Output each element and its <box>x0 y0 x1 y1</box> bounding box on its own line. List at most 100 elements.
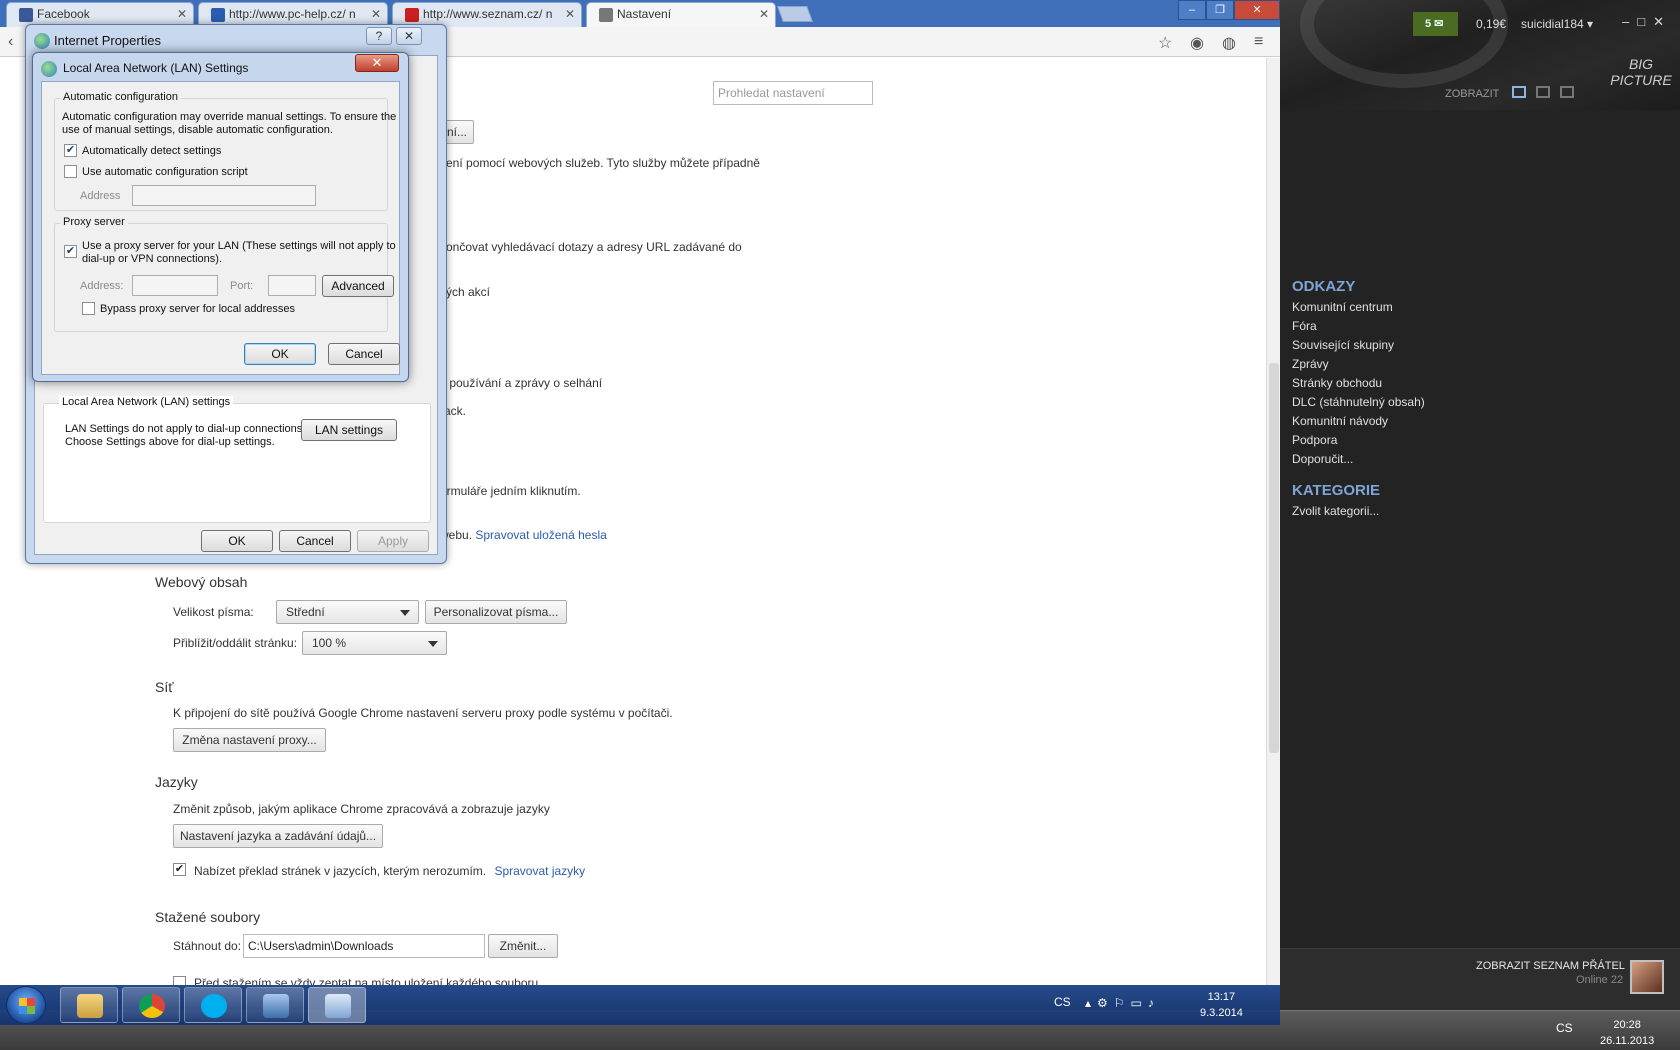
web-content-heading: Webový obsah <box>155 574 248 590</box>
steam-link[interactable]: Stránky obchodu <box>1292 376 1382 390</box>
partial-text: y používání a zprávy o selhání <box>440 376 603 390</box>
chrome-window-controls[interactable]: – ❐ ✕ <box>1178 0 1280 20</box>
change-download-folder-button[interactable]: Změnit... <box>488 934 558 958</box>
zoom-select[interactable]: 100 % <box>302 631 447 655</box>
scroll-thumb[interactable] <box>1269 363 1279 753</box>
tab-settings[interactable]: Nastavení ✕ <box>586 2 776 27</box>
taskbar-explorer[interactable] <box>60 987 118 1023</box>
language-indicator[interactable]: CS <box>1054 995 1071 1009</box>
taskbar-skype[interactable] <box>184 987 242 1023</box>
script-address-field[interactable] <box>132 185 316 206</box>
choose-category-link[interactable]: Zvolit kategorii... <box>1292 504 1379 518</box>
close-icon[interactable]: ✕ <box>759 7 769 21</box>
ok-button[interactable]: OK <box>244 343 316 365</box>
clock-2[interactable]: 20:28 26.11.2013 <box>1600 1017 1654 1049</box>
view-mode-toggles[interactable] <box>1512 86 1574 98</box>
links-title: ODKAZY <box>1292 278 1356 295</box>
list-view-icon[interactable] <box>1536 86 1550 98</box>
messages-badge[interactable]: 5 ✉ <box>1413 12 1458 36</box>
use-proxy-checkbox[interactable]: ✔ <box>64 245 77 258</box>
close-window-icon[interactable]: ✕ <box>1234 0 1280 20</box>
avatar[interactable] <box>1630 960 1664 994</box>
detail-view-icon[interactable] <box>1512 86 1526 98</box>
friends-list-label[interactable]: ZOBRAZIT SEZNAM PŘÁTEL <box>1476 960 1625 972</box>
steam-header: 5 ✉ 0,19€ suicidial184 ▾ –□✕ BIG PICTURE… <box>1280 0 1680 110</box>
lan-settings-button[interactable]: LAN settings <box>301 419 397 441</box>
change-proxy-button[interactable]: Změna nastavení proxy... <box>173 728 326 752</box>
auto-desc-1: Automatic configuration may override man… <box>62 111 397 123</box>
bypass-local-checkbox[interactable] <box>82 302 95 315</box>
steam-link[interactable]: Komunitní centrum <box>1292 300 1393 314</box>
big-picture-button[interactable]: BIG PICTURE <box>1608 56 1674 88</box>
steam-link[interactable]: Doporučit... <box>1292 452 1353 466</box>
close-icon[interactable]: ✕ <box>565 7 575 21</box>
taskbar-chrome[interactable] <box>122 987 180 1023</box>
clock-time: 13:17 <box>1207 991 1236 1003</box>
extension-icon-2[interactable]: ◍ <box>1222 33 1236 53</box>
ask-download-checkbox[interactable] <box>173 976 186 985</box>
use-proxy-label-1: Use a proxy server for your LAN (These s… <box>82 240 396 252</box>
folder-icon <box>77 994 103 1018</box>
steam-window-controls[interactable]: –□✕ <box>1622 14 1672 30</box>
close-icon[interactable]: ✕ <box>177 7 187 21</box>
close-button[interactable]: ✕ <box>355 54 399 72</box>
help-button[interactable]: ? <box>366 27 392 45</box>
close-icon[interactable]: ✕ <box>371 7 381 21</box>
customize-fonts-button[interactable]: Personalizovat písma... <box>425 600 567 624</box>
translate-checkbox[interactable]: ✔ <box>173 863 186 876</box>
menu-icon[interactable]: ≡ <box>1254 33 1263 51</box>
cancel-button[interactable]: Cancel <box>328 343 400 365</box>
new-tab-button[interactable] <box>777 6 813 22</box>
steam-link[interactable]: DLC (stáhnutelný obsah) <box>1292 395 1425 409</box>
tab-title: Nastavení <box>617 7 672 21</box>
cancel-button[interactable]: Cancel <box>279 530 351 552</box>
globe-icon <box>34 33 50 49</box>
network-globe-icon <box>41 61 57 77</box>
search-settings-input[interactable]: Prohledat nastavení <box>713 81 873 105</box>
use-script-label: Use automatic configuration script <box>82 166 248 178</box>
tray-icons[interactable]: ▴⚙⚐▭♪ <box>1085 996 1160 1010</box>
start-button[interactable] <box>6 986 46 1024</box>
skype-icon <box>201 994 227 1018</box>
language-settings-button[interactable]: Nastavení jazyka a zadávání údajů... <box>173 824 383 848</box>
minimize-icon[interactable]: – <box>1178 0 1206 20</box>
lan-settings-dialog: Local Area Network (LAN) Settings ✕ Auto… <box>32 52 409 382</box>
steam-main-panel: ODKAZY Komunitní centrum Fóra Souvisejíc… <box>1280 110 1680 948</box>
tab-title: Facebook <box>37 7 90 21</box>
auto-desc-2: use of manual settings, disable automati… <box>62 124 333 136</box>
use-script-checkbox[interactable] <box>64 165 77 178</box>
proxy-address-field[interactable] <box>132 275 218 296</box>
back-icon[interactable]: ‹ <box>8 33 13 51</box>
extension-icon[interactable]: ◉ <box>1190 33 1204 53</box>
language-indicator-2[interactable]: CS <box>1556 1021 1573 1035</box>
dialog-title: Internet Properties <box>54 33 161 48</box>
zoom-label: Přiblížit/oddálit stránku: <box>173 636 298 650</box>
vertical-scrollbar[interactable] <box>1266 58 1280 985</box>
taskbar-network[interactable] <box>246 987 304 1023</box>
taskbar-internet-options[interactable] <box>308 987 366 1023</box>
download-path-field[interactable]: C:\Users\admin\Downloads <box>243 934 485 958</box>
username: suicidial184 <box>1521 17 1584 31</box>
bookmark-star-icon[interactable]: ☆ <box>1158 33 1172 53</box>
font-size-select[interactable]: Střední <box>276 600 419 624</box>
apply-button[interactable]: Apply <box>357 530 429 552</box>
steam-link[interactable]: Komunitní návody <box>1292 414 1388 428</box>
advanced-button[interactable]: Advanced <box>322 275 394 297</box>
steam-link[interactable]: Fóra <box>1292 319 1317 333</box>
steam-link[interactable]: Zprávy <box>1292 357 1329 371</box>
grid-view-icon[interactable] <box>1560 86 1574 98</box>
manage-passwords-link[interactable]: Spravovat uložená hesla <box>475 528 606 542</box>
close-button[interactable]: ✕ <box>396 27 422 45</box>
clock[interactable]: 13:17 9.3.2014 <box>1200 989 1243 1021</box>
friends-list-bar[interactable]: ZOBRAZIT SEZNAM PŘÁTEL Online 22 <box>1280 948 1680 1010</box>
steam-link[interactable]: Související skupiny <box>1292 338 1394 352</box>
manage-languages-link[interactable]: Spravovat jazyky <box>494 864 585 878</box>
languages-desc: Změnit způsob, jakým aplikace Chrome zpr… <box>173 802 550 816</box>
auto-detect-checkbox[interactable]: ✔ <box>64 144 77 157</box>
port-field[interactable] <box>268 275 316 296</box>
ok-button[interactable]: OK <box>201 530 273 552</box>
restore-icon[interactable]: ❐ <box>1206 0 1234 20</box>
steam-link[interactable]: Podpora <box>1292 433 1337 447</box>
clock-date-2: 26.11.2013 <box>1600 1035 1655 1047</box>
username-menu[interactable]: suicidial184 ▾ <box>1521 17 1593 31</box>
